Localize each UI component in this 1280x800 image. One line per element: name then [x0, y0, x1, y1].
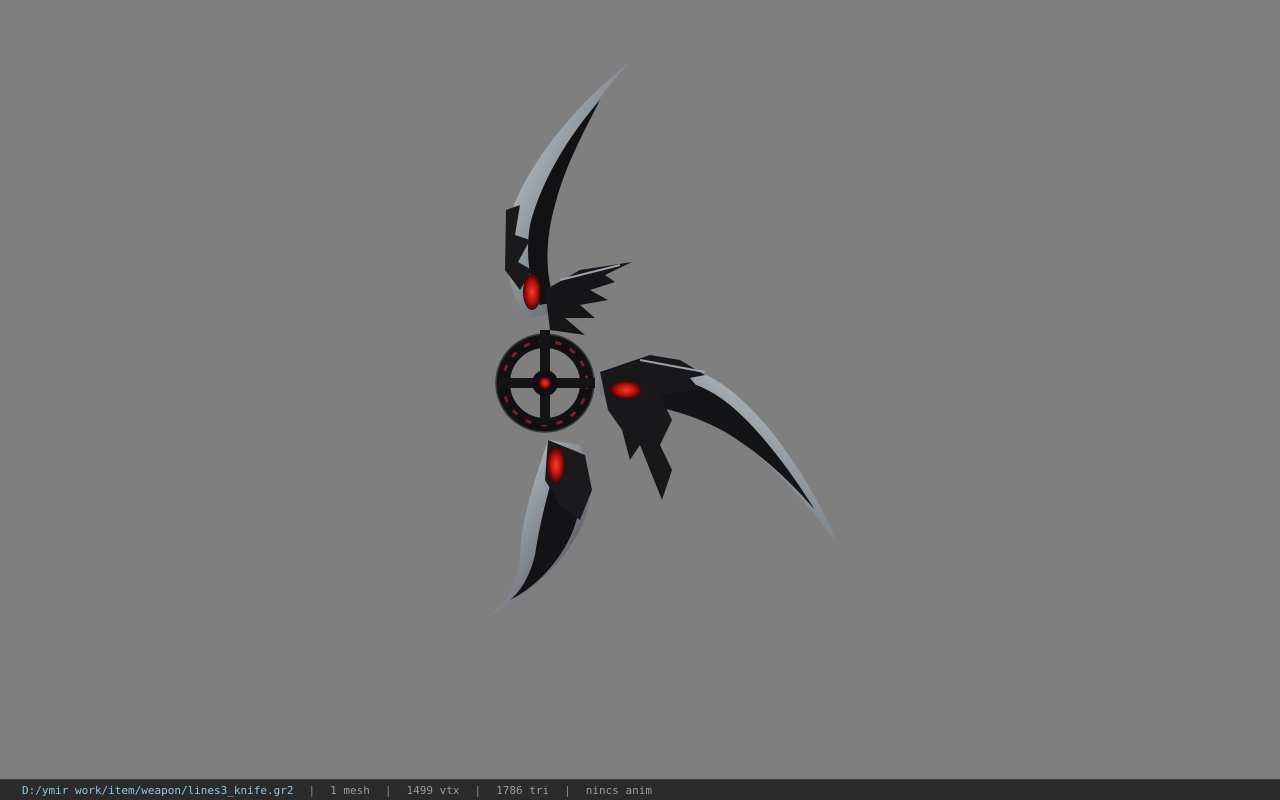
right-blade	[598, 355, 838, 545]
lower-blade	[488, 440, 592, 616]
separator: |	[474, 783, 482, 797]
separator: |	[308, 783, 316, 797]
vertex-count: 1499 vtx	[406, 783, 460, 797]
animation-status: nincs anim	[585, 783, 652, 797]
central-ring	[495, 330, 595, 433]
upper-blade	[505, 62, 632, 335]
throwing-blade-model	[488, 62, 838, 616]
triangle-count: 1786 tri	[496, 783, 550, 797]
separator: |	[384, 783, 392, 797]
3d-viewport[interactable]	[0, 0, 1280, 779]
separator: |	[564, 783, 571, 797]
mesh-count: 1 mesh	[330, 783, 370, 797]
file-path: D:/ymir work/item/weapon/lines3_knife.gr…	[22, 783, 294, 797]
status-bar: D:/ymir work/item/weapon/lines3_knife.gr…	[0, 779, 1280, 800]
